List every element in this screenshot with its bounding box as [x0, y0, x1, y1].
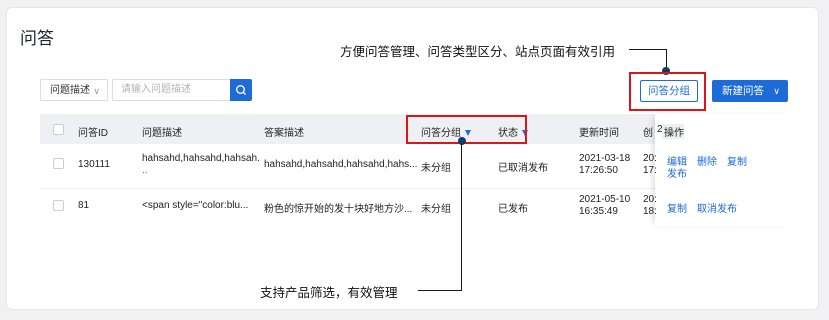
col-question: 问题描述 — [142, 128, 182, 139]
page-title: 问答 — [20, 29, 54, 48]
annotation-top: 方便问答管理、问答类型区分、站点页面有效引用 — [340, 45, 616, 59]
field-select-label: 问题描述 — [50, 85, 90, 96]
copy-link[interactable]: 复制 — [667, 200, 687, 215]
highlight-filter-columns — [406, 115, 527, 144]
row-updated-time: 16:35:49 — [579, 206, 618, 217]
row-group: 未分组 — [421, 163, 451, 174]
row-question-more: .. — [142, 165, 148, 176]
row-created-time: 18: — [643, 206, 657, 217]
row-answer: 粉色的惊开始的发十块好地方沙... — [264, 204, 413, 215]
annotation-bottom-dot — [458, 137, 466, 145]
chevron-down-icon: ∨ — [773, 86, 780, 96]
annotation-bottom: 支持产品筛选，有效管理 — [260, 286, 398, 300]
annotation-top-line — [629, 49, 667, 50]
new-qa-button[interactable]: 新建问答 ∨ — [712, 80, 788, 102]
row-id: 130111 — [78, 159, 110, 170]
col-answer: 答案描述 — [264, 128, 304, 139]
col-id: 问答ID — [78, 128, 108, 139]
annotation-bottom-line-v — [461, 144, 462, 290]
row-group: 未分组 — [421, 204, 451, 215]
row-question: <span style="color:blu... — [142, 200, 249, 211]
row-created-time: 17: — [643, 165, 657, 176]
row-status: 已取消发布 — [498, 163, 548, 174]
annotation-bottom-line — [418, 290, 462, 291]
search-button[interactable] — [230, 79, 252, 101]
group-button[interactable]: 问答分组 — [640, 80, 698, 102]
col-actions: 操作 — [662, 124, 684, 139]
row-id: 81 — [78, 200, 90, 211]
new-qa-label: 新建问答 — [722, 85, 764, 97]
select-all-checkbox[interactable] — [53, 124, 64, 135]
row-question: hahsahd,hahsahd,hahsah. — [142, 153, 260, 164]
row-checkbox[interactable] — [53, 200, 64, 211]
search-icon — [235, 84, 246, 95]
row-created-date: 20: — [643, 153, 657, 164]
unpublish-link[interactable]: 取消发布 — [697, 200, 737, 215]
row-updated-date: 2021-05-10 — [579, 194, 631, 205]
col-updated: 更新时间 — [579, 128, 619, 139]
col-created: 创 — [643, 128, 653, 139]
chevron-down-icon: ∨ — [93, 86, 100, 96]
delete-link[interactable]: 删除 — [697, 153, 717, 168]
row-checkbox[interactable] — [53, 158, 64, 169]
publish-link[interactable]: 发布 — [667, 165, 687, 180]
row-answer: hahsahd,hahsahd,hahsahd,hahs... — [264, 159, 418, 170]
row-updated-time: 17:26:50 — [579, 165, 618, 176]
row-updated-date: 2021-03-18 — [579, 153, 631, 164]
search-input[interactable]: 请输入问题描述 — [112, 79, 230, 101]
row-status: 已发布 — [498, 204, 528, 215]
copy-link[interactable]: 复制 — [727, 153, 747, 168]
row-created-date: 20: — [643, 194, 657, 205]
field-select[interactable]: 问题描述 ∨ — [40, 79, 108, 101]
